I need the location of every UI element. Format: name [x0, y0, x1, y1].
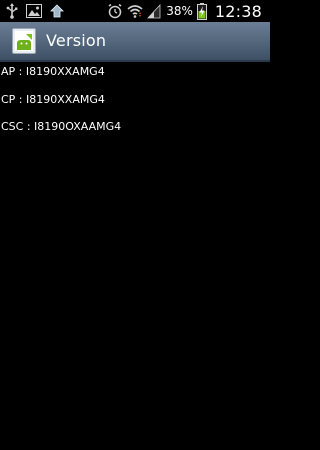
battery-charging-icon: [196, 2, 207, 20]
usb-icon: [6, 3, 18, 19]
clock: 12:38: [214, 1, 262, 21]
wifi-icon: [127, 3, 143, 19]
cp-version-text: CP : I8190XXAMG4: [1, 93, 105, 106]
app-icon[interactable]: [12, 28, 36, 54]
csc-version-text: CSC : I8190OXAAMG4: [1, 120, 122, 133]
alarm-icon: [107, 3, 123, 19]
ap-version-text: AP : I8190XXAMG4: [1, 65, 105, 78]
status-bar: 38% 12:38: [0, 0, 270, 22]
system-icons: 38% 12:38: [107, 0, 262, 22]
notification-icons: [6, 3, 64, 19]
upload-icon: [50, 4, 64, 18]
battery-percent: 38%: [166, 4, 193, 18]
screen: 38% 12:38 Version AP: I8190XXAMG4 CP: …: [0, 0, 270, 450]
gallery-icon: [26, 4, 42, 18]
app-title: Version: [46, 31, 107, 50]
action-bar: Version: [0, 22, 270, 62]
signal-icon: [147, 3, 161, 19]
